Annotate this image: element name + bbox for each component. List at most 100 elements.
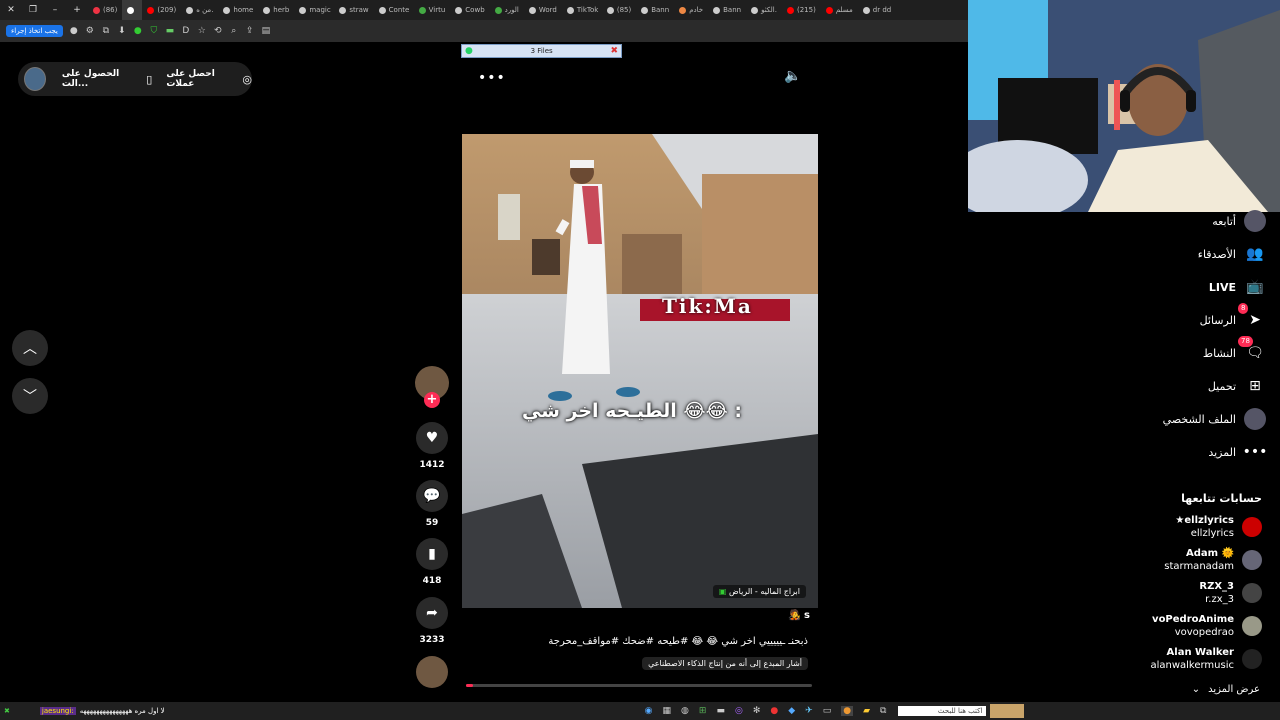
taskbar-app-icon[interactable]: ⊞ <box>699 706 707 716</box>
chrome-icon[interactable]: ● <box>69 26 79 36</box>
download-icon[interactable]: ⬇ <box>117 26 127 36</box>
volume-icon[interactable]: 🔈 <box>784 68 801 84</box>
task-view-icon[interactable]: ⧉ <box>880 706 886 716</box>
tab-label: herb <box>273 6 290 14</box>
weather-widget-icon[interactable] <box>990 704 1025 718</box>
followed-account[interactable]: Adam 🌞 starmanadam <box>1164 547 1262 573</box>
bookmark-star-icon[interactable]: ☆ <box>197 26 207 36</box>
d-extension-icon[interactable]: D <box>181 26 191 36</box>
action-required-button[interactable]: يجب اتخاذ إجراء <box>6 25 63 37</box>
extensions-icon[interactable]: ⚙ <box>85 26 95 36</box>
notification-badge: 78 <box>1238 336 1253 347</box>
sidebar-item-3[interactable]: الرسائل ➤ 8 <box>1200 303 1266 331</box>
video-progress-track[interactable] <box>466 684 812 687</box>
see-more-button[interactable]: ⌄ عرض المزيد <box>1192 684 1260 695</box>
follow-plus-icon[interactable]: + <box>424 392 440 408</box>
new-tab-icon[interactable]: + <box>66 5 88 15</box>
followed-account[interactable]: RZX_3 r.zx_3 <box>1199 580 1262 606</box>
browser-tab[interactable] <box>122 0 143 20</box>
folder-icon[interactable]: ▰ <box>863 706 870 716</box>
taskbar-app-icon[interactable]: ◆ <box>788 706 795 716</box>
followed-account[interactable]: ★ellzlyrics ellzlyrics <box>1175 514 1262 540</box>
taskbar-app-icon[interactable]: ◍ <box>681 706 689 716</box>
sidebar-item-2[interactable]: LIVE 📺 <box>1209 276 1266 298</box>
music-disc-icon[interactable] <box>416 656 448 688</box>
profile-avatar-icon <box>1244 408 1266 430</box>
tab-favicon-icon <box>339 6 347 14</box>
share-arrow-icon[interactable]: ➦ <box>416 597 448 629</box>
files-download-bar[interactable]: ● 3 Files ✖ <box>461 44 622 58</box>
browser-tab[interactable]: Conte <box>374 0 414 20</box>
taskbar-app-icon[interactable]: ▬ <box>716 706 725 716</box>
sidebar-icon[interactable]: ▤ <box>261 26 271 36</box>
browser-tab[interactable]: straw <box>334 0 373 20</box>
zoom-icon[interactable]: ⌕ <box>229 26 239 36</box>
taskbar-app-icon[interactable]: ✻ <box>753 706 761 716</box>
browser-tab[interactable]: مسلم <box>821 0 858 20</box>
sidebar-item-5[interactable]: تحميل ⊞ <box>1208 375 1266 397</box>
browser-tab[interactable]: من ه. <box>181 0 218 20</box>
copy-icon[interactable]: ⧉ <box>101 26 111 36</box>
video-progress-fill <box>466 684 473 687</box>
browser-tab[interactable]: الورد <box>490 0 524 20</box>
browser-tab[interactable]: Word <box>524 0 562 20</box>
browser-tab[interactable]: magic <box>294 0 334 20</box>
share-icon[interactable]: ⇪ <box>245 26 255 36</box>
chat-app-icon[interactable]: ✖ <box>4 707 10 715</box>
sidebar-item-7[interactable]: المزيد ••• <box>1208 441 1267 463</box>
author-initial[interactable]: 🧑‍🎤 s <box>788 610 810 621</box>
tab-label: Cowb <box>465 6 485 14</box>
browser-tab[interactable]: (215) <box>782 0 821 20</box>
browser-tab[interactable]: Cowb <box>450 0 489 20</box>
browser-tab[interactable]: خادم <box>674 0 708 20</box>
tab-label: Bann <box>723 6 742 14</box>
account-handle: ellzlyrics <box>1190 528 1234 539</box>
taskbar-app-icon[interactable]: ▭ <box>823 706 832 716</box>
close-icon[interactable]: ✖ <box>610 46 618 56</box>
taskbar-app-icon[interactable]: ● <box>770 706 778 716</box>
taskbar-app-icon[interactable]: ▦ <box>663 706 672 716</box>
whatsapp-icon[interactable]: ● <box>133 26 143 36</box>
get-app-button[interactable]: الحصول على الت... <box>62 69 140 89</box>
sidebar-item-0[interactable]: أتابعه <box>1212 210 1266 232</box>
browser-tab[interactable]: (209) <box>142 0 181 20</box>
browser-tab[interactable]: TikTok <box>562 0 602 20</box>
taskbar-app-icon[interactable]: ✈ <box>805 706 813 716</box>
extension-green-icon[interactable]: ▬ <box>165 26 175 36</box>
browser-tab[interactable]: Bann <box>708 0 746 20</box>
browser-tab[interactable]: (85) <box>602 0 636 20</box>
previous-video-button[interactable]: ︿ <box>12 330 48 366</box>
browser-tab[interactable]: Virtu <box>414 0 451 20</box>
taskbar-app-icon[interactable]: ◎ <box>735 706 743 716</box>
video-player[interactable]: Tik:Ma الطيـحه اخر شي 😂😂 : ▣ ابراج المال… <box>462 134 818 608</box>
sidebar-item-4[interactable]: النشاط 🗨 78 <box>1203 336 1266 364</box>
followed-account[interactable]: Alan Walker alanwalkermusic <box>1150 646 1262 672</box>
heart-icon[interactable]: ♥ <box>416 422 448 454</box>
browser-tab[interactable]: dr dd <box>858 0 896 20</box>
sidebar-item-1[interactable]: الأصدقاء 👥 <box>1198 243 1266 265</box>
get-coins-button[interactable]: احصل على عملات <box>166 69 238 89</box>
browser-tab[interactable]: (86) <box>88 0 122 20</box>
browser-tab[interactable]: Bann <box>636 0 674 20</box>
bookmark-icon[interactable]: ▮ <box>416 538 448 570</box>
shield-icon[interactable]: ⛉ <box>149 26 159 36</box>
taskbar-app-icon[interactable]: ◉ <box>645 706 653 716</box>
restore-window-icon[interactable]: ❐ <box>22 5 44 15</box>
browser-tab[interactable]: home <box>218 0 258 20</box>
browser-tab[interactable]: herb <box>258 0 294 20</box>
browser-tab[interactable]: الكثو. <box>746 0 782 20</box>
sidebar-item-6[interactable]: الملف الشخصي <box>1163 408 1266 430</box>
taskbar-search-input[interactable]: اكتب هنا للبحث <box>898 706 987 716</box>
more-options-icon[interactable]: ••• <box>478 70 506 86</box>
comment-icon[interactable]: 💬 <box>416 480 448 512</box>
history-icon[interactable]: ⟲ <box>213 26 223 36</box>
tab-favicon-icon <box>455 6 463 14</box>
minimize-window-icon[interactable]: – <box>44 5 66 15</box>
close-window-icon[interactable]: ✕ <box>0 5 22 15</box>
account-names: voPedroAnime vovopedrao <box>1152 613 1234 639</box>
followed-account[interactable]: voPedroAnime vovopedrao <box>1152 613 1262 639</box>
chrome-taskbar-icon[interactable]: ● <box>841 706 854 716</box>
next-video-button[interactable]: ﹀ <box>12 378 48 414</box>
user-avatar[interactable] <box>24 67 46 91</box>
location-tag[interactable]: ▣ ابراج الماليه - الرياض <box>712 585 806 598</box>
